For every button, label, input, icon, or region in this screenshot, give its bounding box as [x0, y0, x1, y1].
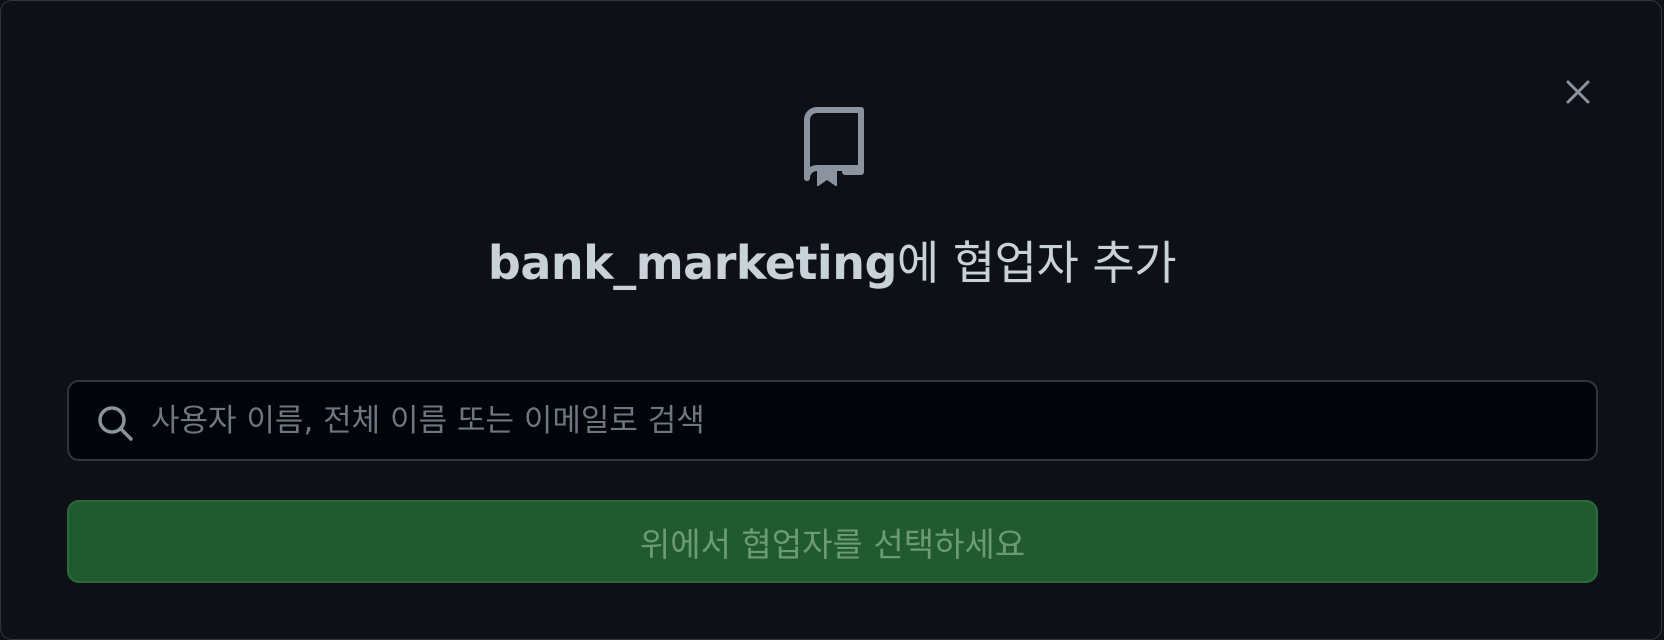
search-input[interactable]: [151, 382, 1581, 459]
title-suffix: 에 협업자 추가: [896, 236, 1177, 290]
repo-name: bank_marketing: [487, 236, 897, 290]
search-field[interactable]: [67, 380, 1598, 461]
search-icon: [98, 406, 133, 441]
dialog-title: bank_marketing에 협업자 추가: [1, 227, 1663, 299]
x-icon: [1566, 80, 1590, 104]
select-collaborator-button[interactable]: 위에서 협업자를 선택하세요: [67, 500, 1598, 583]
repo-book-icon: [804, 107, 864, 186]
add-collaborator-dialog: bank_marketing에 협업자 추가 위에서 협업자를 선택하세요: [0, 0, 1662, 640]
close-button[interactable]: [1559, 73, 1597, 111]
